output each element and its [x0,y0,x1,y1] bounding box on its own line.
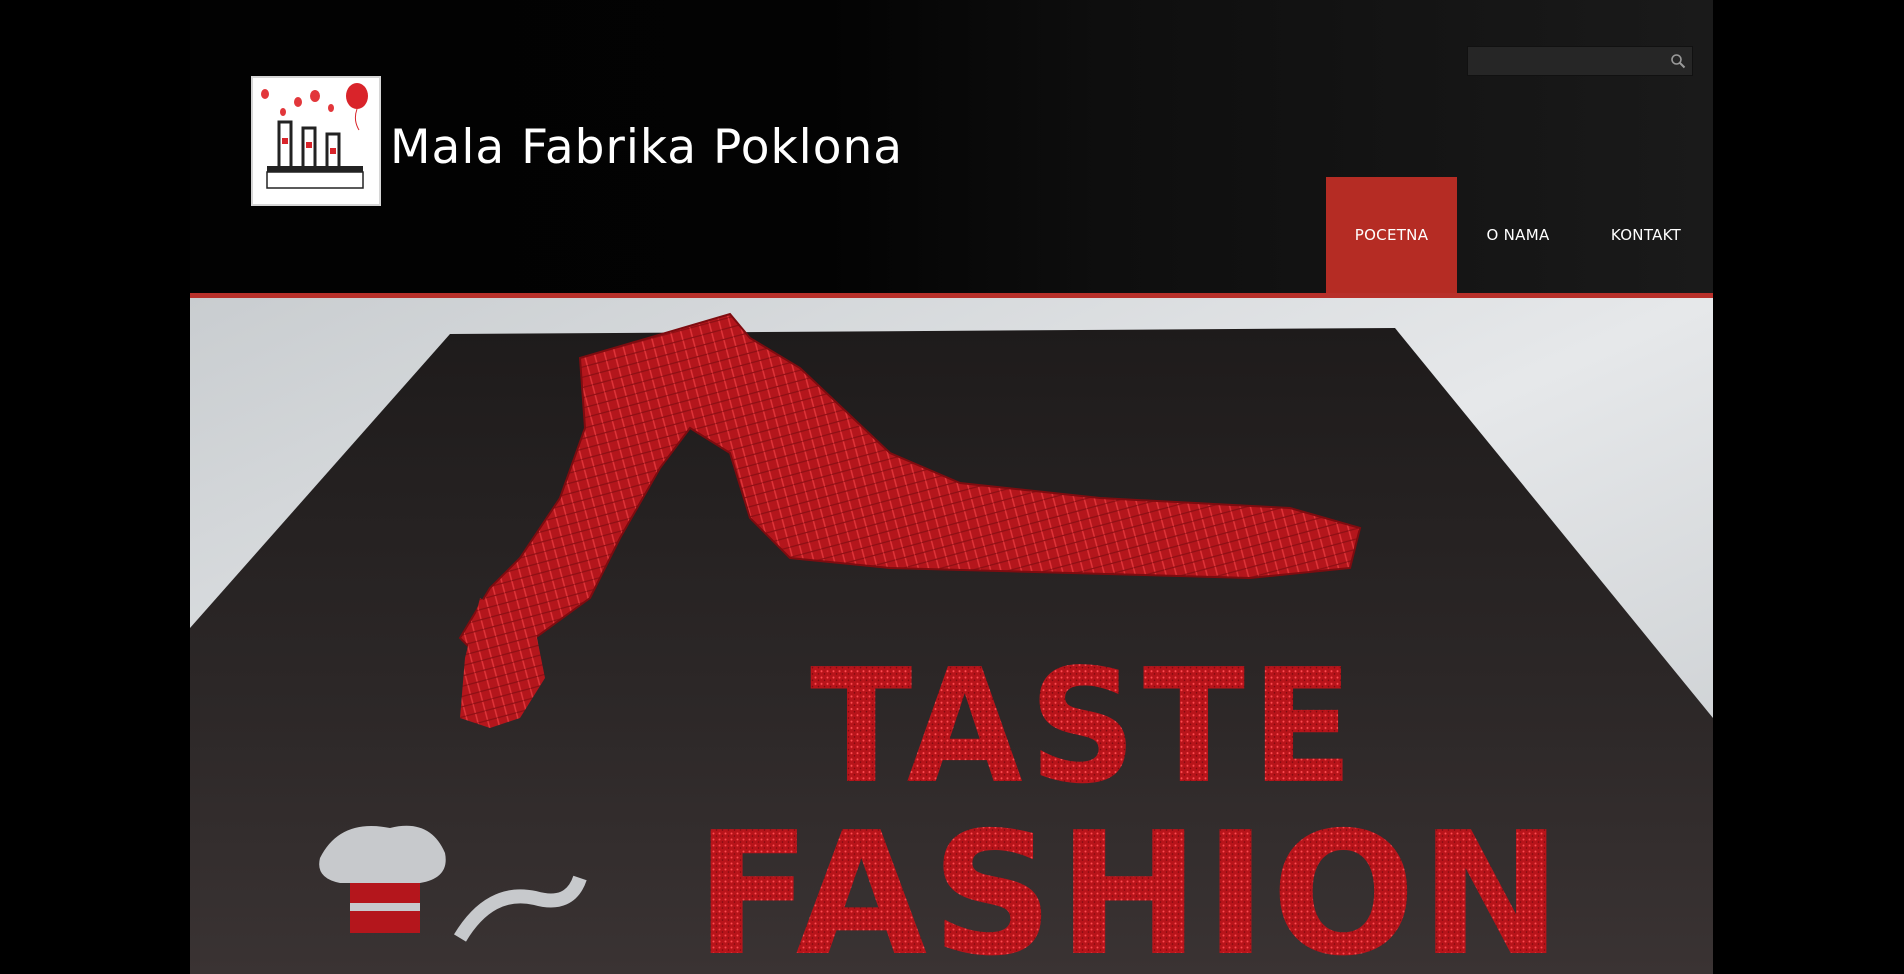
hero-image: TASTE FASHION [190,298,1713,974]
nav-item-o-nama[interactable]: O NAMA [1457,177,1579,293]
factory-logo-icon [253,78,379,204]
nav-item-pocetna[interactable]: POCETNA [1326,177,1457,293]
site-logo[interactable] [251,76,381,206]
search-icon[interactable] [1670,53,1686,69]
search-box[interactable] [1467,46,1693,76]
nav-item-kontakt[interactable]: KONTAKT [1579,177,1713,293]
hero-text-taste: TASTE [810,636,1360,819]
hero-text-fashion: FASHION [695,796,1566,974]
hero-artwork: TASTE FASHION [190,298,1713,974]
main-nav: POCETNA O NAMA KONTAKT [1326,177,1713,293]
page-container: Mala Fabrika Poklona POCETNA O NAMA KONT… [190,0,1713,974]
site-title[interactable]: Mala Fabrika Poklona [390,120,903,176]
site-header: Mala Fabrika Poklona POCETNA O NAMA KONT… [190,0,1713,293]
search-input[interactable] [1474,51,1668,73]
